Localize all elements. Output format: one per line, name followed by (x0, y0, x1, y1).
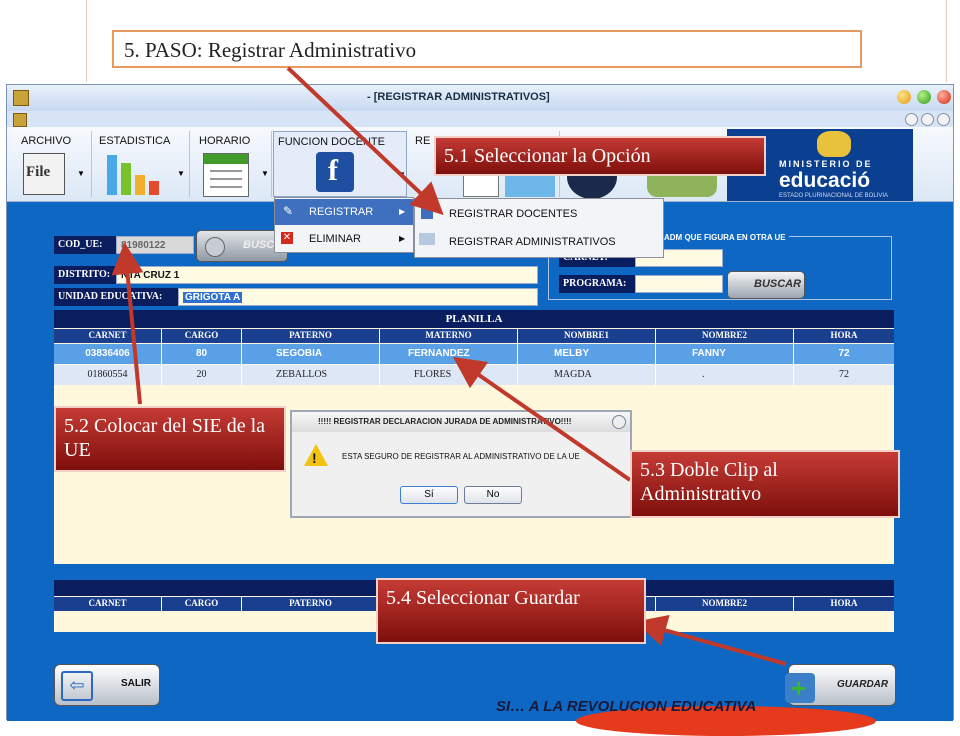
callout-step-5-1: 5.1 Seleccionar la Opción (434, 136, 766, 176)
arrow-to-submenu (286, 66, 444, 215)
callout-step-5-4: 5.4 Seleccionar Guardar (376, 578, 646, 644)
callout-step-5-3: 5.3 Doble Clip al Administrativo (630, 450, 900, 518)
arrow-to-cod-ue (111, 242, 144, 405)
callout-step-5-2: 5.2 Colocar del SIE de la UE (54, 406, 286, 472)
footer-slogan: SI… A LA REVOLUCION EDUCATIVA (496, 698, 757, 715)
arrow-to-guardar (634, 614, 787, 666)
arrow-to-row (452, 356, 632, 482)
